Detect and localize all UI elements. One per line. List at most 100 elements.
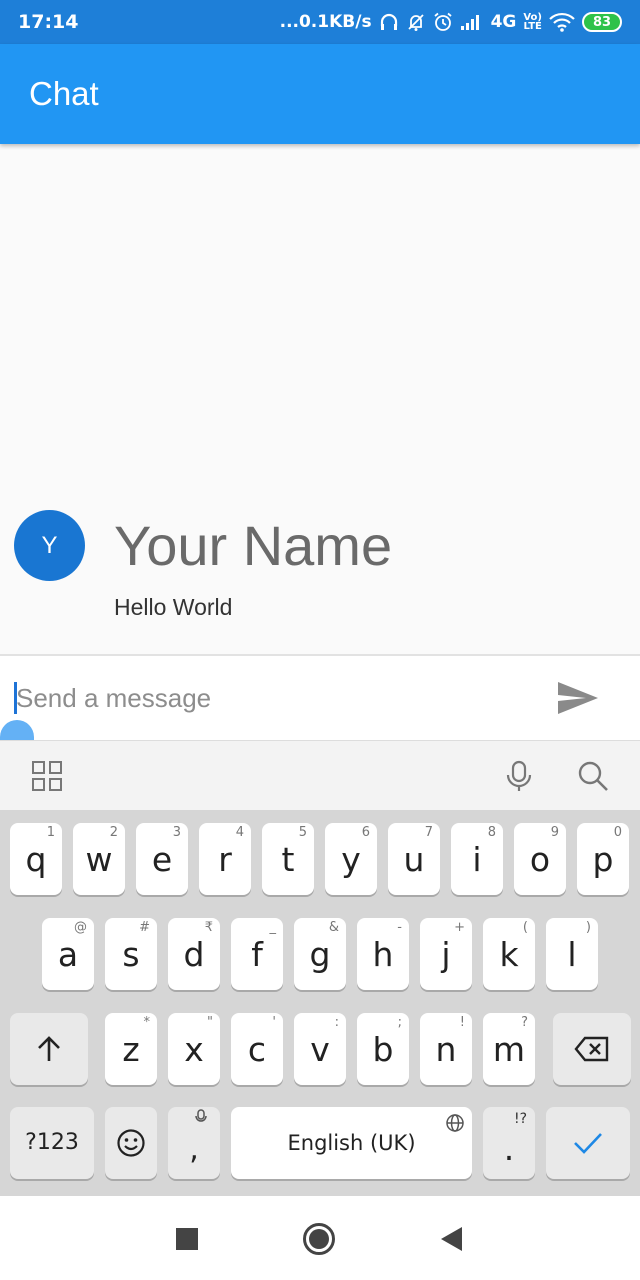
key-label: r: [218, 839, 232, 879]
key-h[interactable]: -h: [357, 918, 409, 990]
key-w[interactable]: 2w: [73, 823, 125, 895]
bell-off-icon: [406, 12, 426, 32]
network-speed: ...0.1KB/s: [279, 12, 372, 32]
key-hint: !: [459, 1015, 465, 1030]
period-key[interactable]: !? .: [483, 1107, 535, 1179]
key-label: e: [151, 839, 173, 879]
key-m[interactable]: ? m: [483, 1013, 535, 1085]
key-hint: _: [269, 920, 277, 935]
key-label: d: [183, 934, 205, 974]
back-button[interactable]: [434, 1222, 468, 1256]
key-label: l: [567, 934, 577, 974]
cursor-handle[interactable]: [0, 720, 34, 742]
key-label: x: [184, 1029, 204, 1069]
key-hint: 6: [361, 825, 370, 840]
key-hint: 4: [235, 825, 244, 840]
comma-key-label: ,: [189, 1132, 199, 1167]
key-hint: +: [454, 920, 465, 935]
headphones-icon: [379, 12, 399, 32]
key-hint: ): [585, 920, 591, 935]
key-j[interactable]: + j: [420, 918, 472, 990]
key-t[interactable]: 5t: [262, 823, 314, 895]
key-f[interactable]: _ f: [231, 918, 283, 990]
network-type: 4G: [490, 12, 517, 32]
key-u[interactable]: 7u: [388, 823, 440, 895]
key-label: p: [592, 839, 614, 879]
shift-key[interactable]: [10, 1013, 88, 1085]
wifi-icon: [549, 12, 575, 32]
message-input[interactable]: [16, 676, 536, 720]
message-body: Your Name Hello World: [114, 512, 392, 621]
message-text: Hello World: [114, 594, 233, 620]
key-o[interactable]: 9o: [514, 823, 566, 895]
system-nav-bar: [0, 1196, 640, 1280]
key-hint: 9: [550, 825, 559, 840]
message-list[interactable]: Y Your Name Hello World: [0, 144, 640, 654]
key-e[interactable]: 3e: [136, 823, 188, 895]
key-g[interactable]: & g: [294, 918, 346, 990]
home-button[interactable]: [302, 1222, 336, 1256]
key-q[interactable]: 1q: [10, 823, 62, 895]
key-hint: ?: [521, 1015, 528, 1030]
key-hint: -: [397, 920, 402, 935]
key-label: f: [251, 934, 263, 974]
key-label: s: [122, 934, 140, 974]
key-hint: 8: [487, 825, 496, 840]
key-x[interactable]: " x: [168, 1013, 220, 1085]
key-p[interactable]: 0p: [577, 823, 629, 895]
key-hint: 5: [298, 825, 307, 840]
key-b[interactable]: ; b: [357, 1013, 409, 1085]
key-hint: 2: [109, 825, 118, 840]
key-y[interactable]: 6y: [325, 823, 377, 895]
apps-grid-icon[interactable]: [30, 759, 64, 793]
key-i[interactable]: 8i: [451, 823, 503, 895]
key-r[interactable]: 4r: [199, 823, 251, 895]
app-bar: Chat: [0, 44, 640, 144]
alarm-icon: [433, 12, 453, 32]
recents-icon: [176, 1228, 198, 1250]
microphone-icon[interactable]: [502, 759, 536, 793]
key-c[interactable]: ' c: [231, 1013, 283, 1085]
key-label: w: [85, 839, 113, 879]
period-key-label: .: [503, 1128, 515, 1168]
key-z[interactable]: * z: [105, 1013, 157, 1085]
symbols-key[interactable]: ?123: [10, 1107, 94, 1179]
enter-key[interactable]: [546, 1107, 630, 1179]
key-k[interactable]: (k: [483, 918, 535, 990]
key-s[interactable]: # s: [105, 918, 157, 990]
key-a[interactable]: @ a: [42, 918, 94, 990]
backspace-key[interactable]: [553, 1013, 631, 1085]
key-label: b: [372, 1029, 394, 1069]
key-hint: ': [272, 1015, 276, 1030]
send-button[interactable]: [556, 680, 600, 716]
shift-icon: [38, 1036, 60, 1061]
key-hint: :: [334, 1015, 339, 1030]
key-hint: ": [207, 1015, 213, 1030]
recents-button[interactable]: [170, 1222, 204, 1256]
globe-icon: [445, 1113, 465, 1137]
key-label: h: [372, 934, 394, 974]
key-label: v: [310, 1029, 330, 1069]
key-n[interactable]: ! n: [420, 1013, 472, 1085]
key-d[interactable]: ₹ d: [168, 918, 220, 990]
key-l[interactable]: ) l: [546, 918, 598, 990]
backspace-icon: [574, 1036, 609, 1062]
app-title: Chat: [29, 75, 99, 112]
back-icon: [441, 1227, 462, 1251]
key-label: i: [472, 839, 482, 879]
symbols-key-label: ?123: [25, 1130, 79, 1155]
space-key[interactable]: English (UK): [231, 1107, 472, 1179]
key-v[interactable]: :v: [294, 1013, 346, 1085]
key-label: a: [57, 934, 79, 974]
comma-key[interactable]: ,: [168, 1107, 220, 1179]
key-hint: 1: [46, 825, 55, 840]
mic-hint-icon: [194, 1109, 208, 1129]
emoji-key[interactable]: [105, 1107, 157, 1179]
key-hint: &: [328, 920, 339, 935]
status-time: 17:14: [18, 11, 79, 33]
search-icon[interactable]: [576, 759, 610, 793]
key-hint: 0: [613, 825, 622, 840]
key-label: t: [281, 839, 295, 879]
message-composer: [0, 656, 640, 742]
key-hint: @: [74, 920, 87, 935]
